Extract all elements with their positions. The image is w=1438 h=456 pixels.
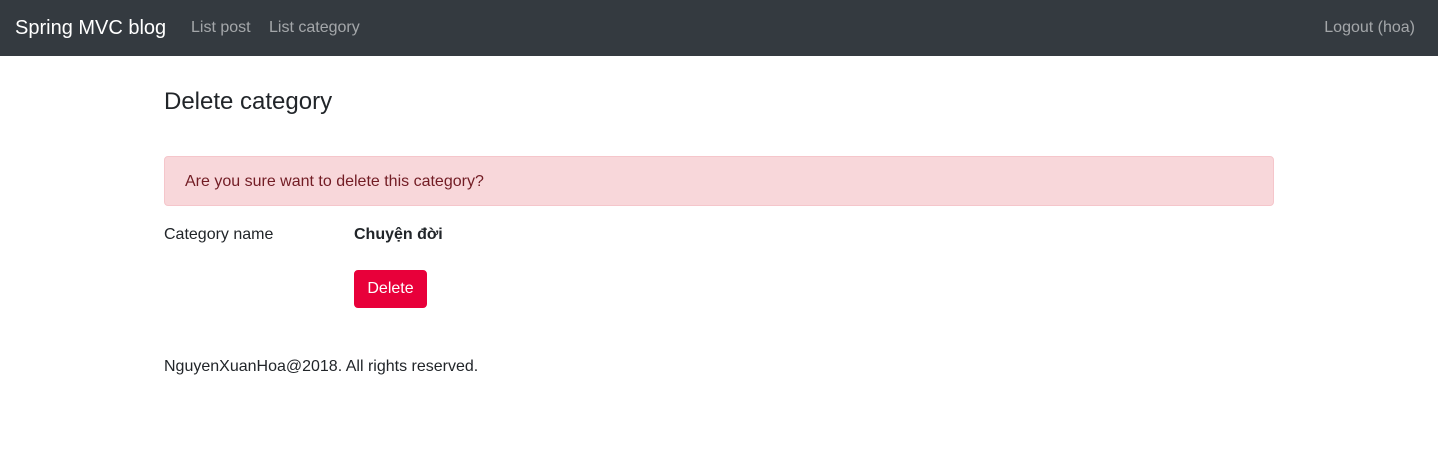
- top-navbar: Spring MVC blog List post List category …: [0, 0, 1438, 56]
- nav-link-list-category[interactable]: List category: [269, 18, 360, 38]
- confirm-alert: Are you sure want to delete this categor…: [164, 156, 1274, 206]
- nav-link-list-post[interactable]: List post: [191, 18, 251, 38]
- brand-link[interactable]: Spring MVC blog: [15, 15, 166, 41]
- delete-button[interactable]: Delete: [354, 270, 427, 308]
- footer-text: NguyenXuanHoa@2018. All rights reserved.: [164, 358, 479, 375]
- alert-message: Are you sure want to delete this categor…: [185, 173, 484, 190]
- logout-link[interactable]: Logout (hoa): [1324, 18, 1415, 38]
- category-name-label: Category name: [164, 226, 274, 243]
- category-name-value: Chuyện đời: [354, 226, 443, 243]
- page-title: Delete category: [164, 88, 333, 115]
